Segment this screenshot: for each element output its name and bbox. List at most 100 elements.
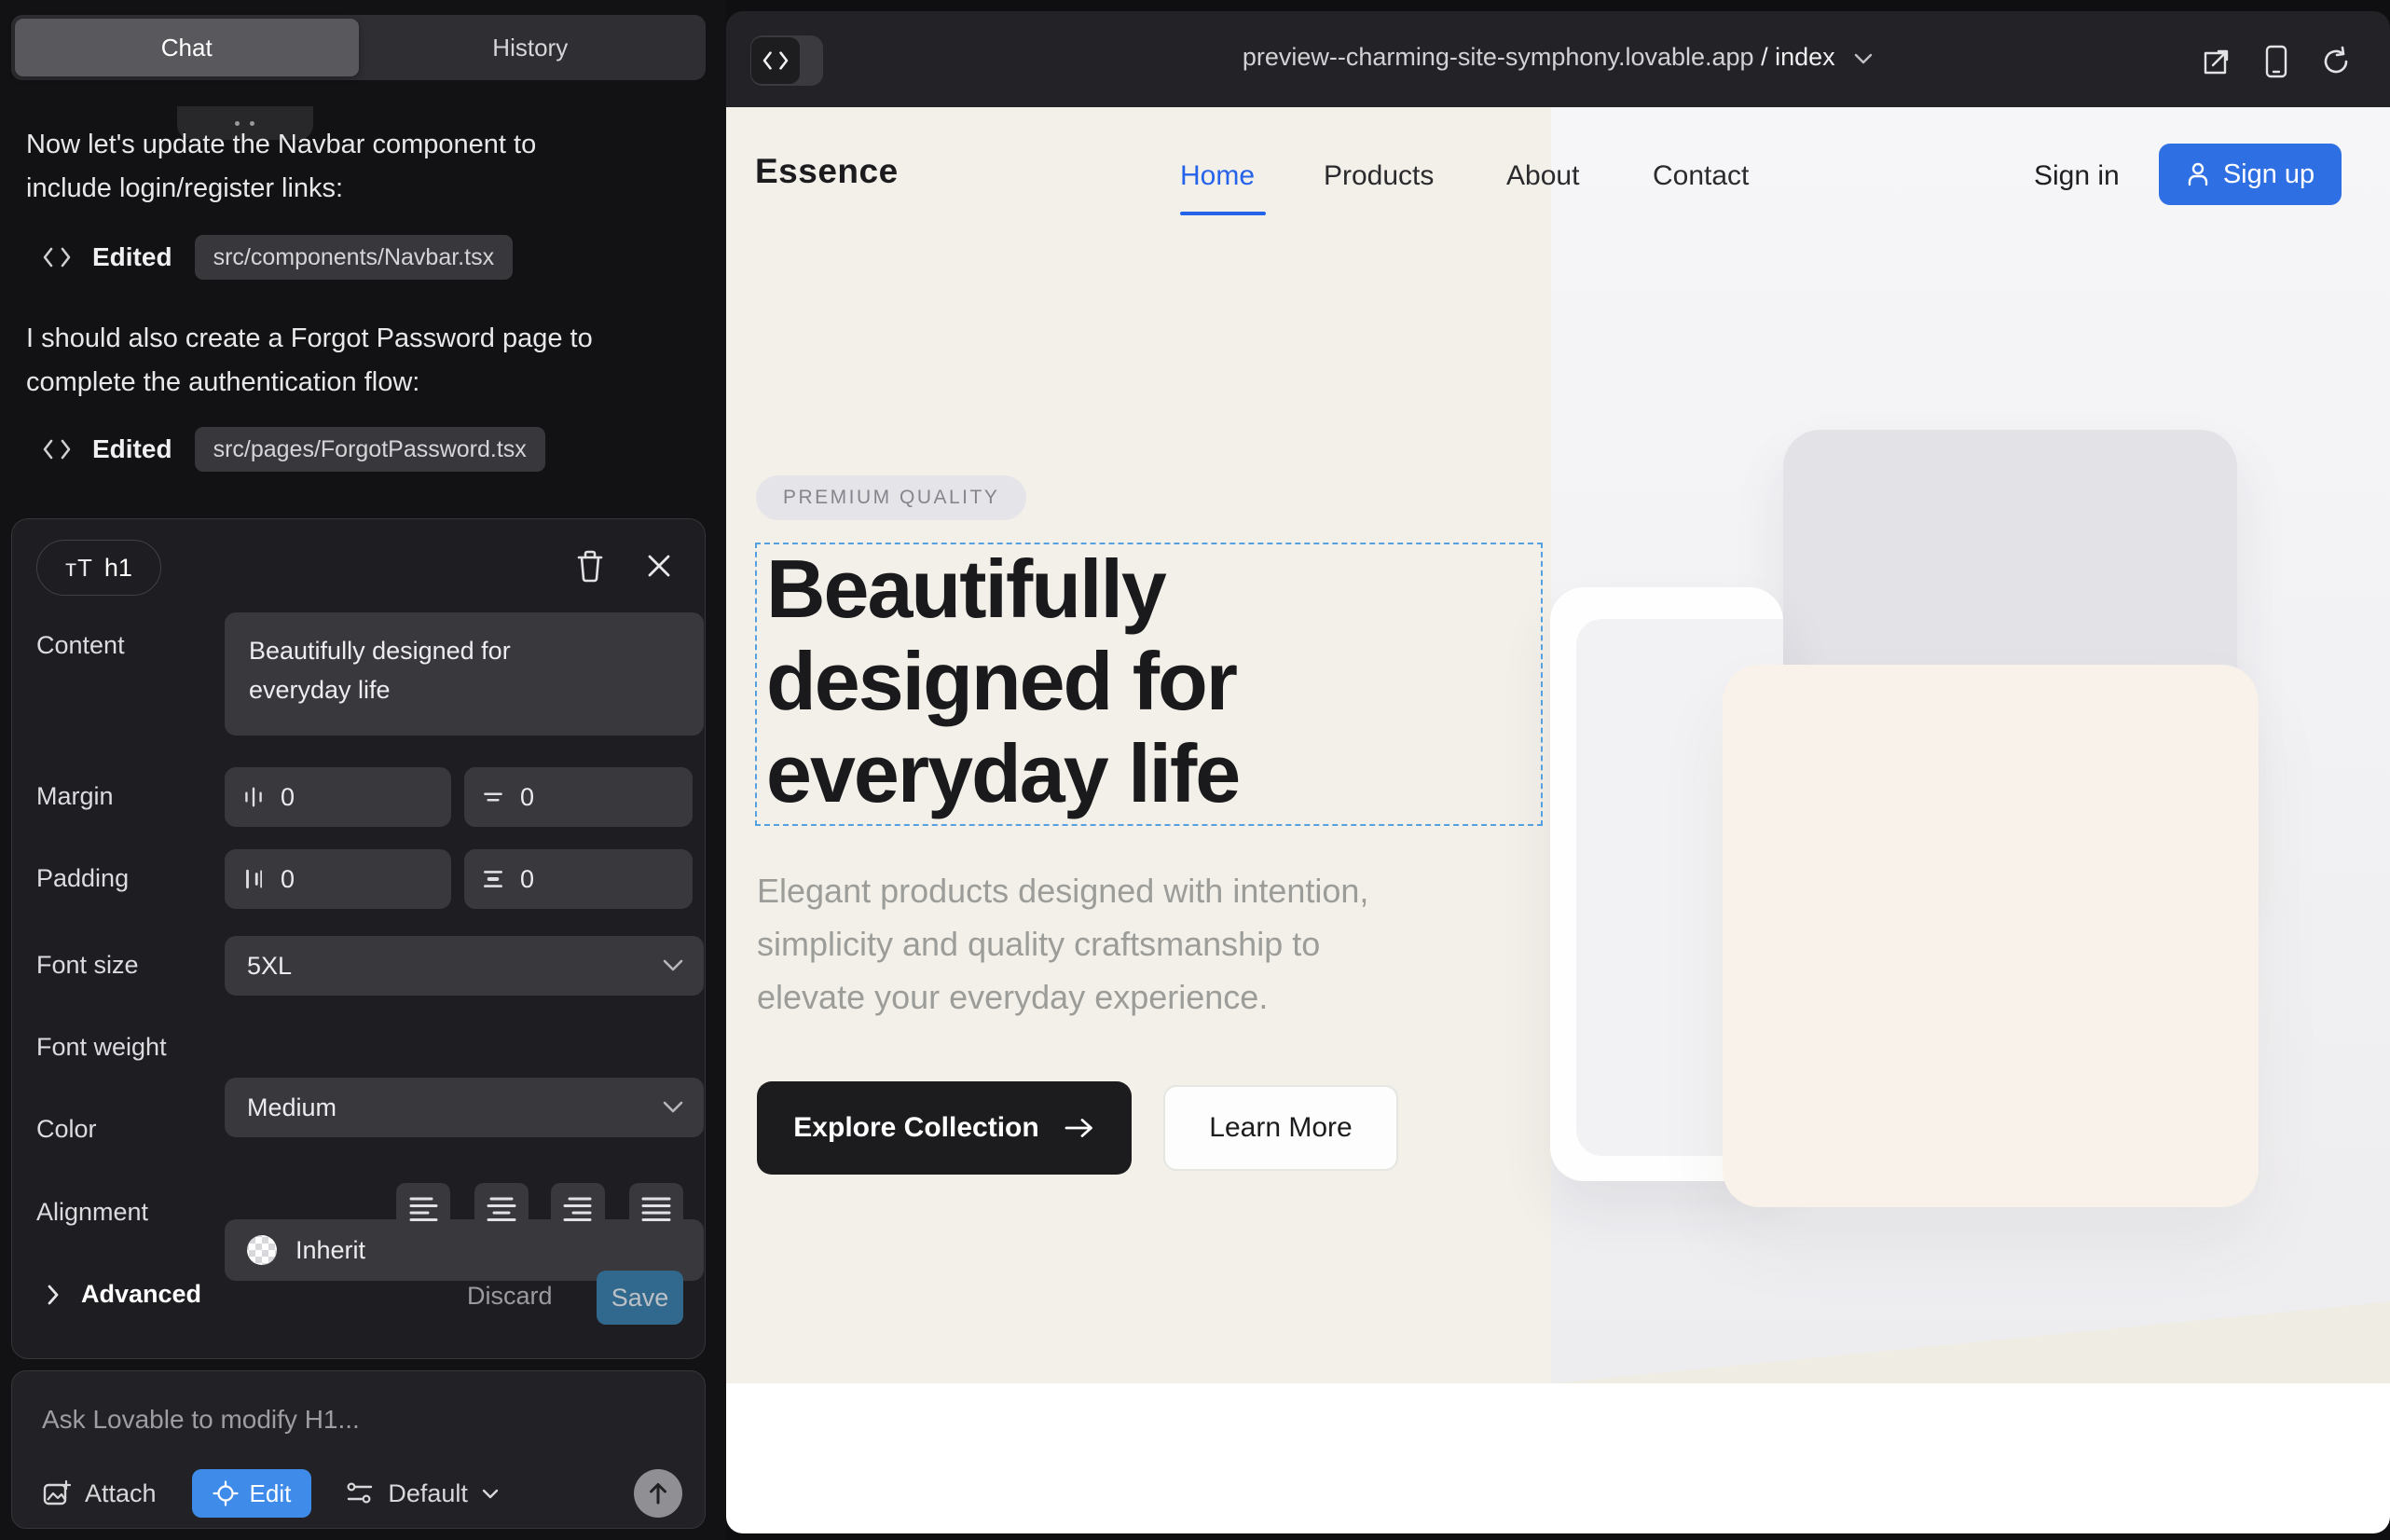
nav-active-underline xyxy=(1180,212,1266,215)
paragraph-line: elevate your everyday experience. xyxy=(757,970,1368,1024)
font-size-select[interactable]: 5XL xyxy=(225,936,704,996)
url-page: index xyxy=(1775,43,1835,71)
font-weight-select[interactable]: Medium xyxy=(225,1078,704,1137)
align-center-icon xyxy=(486,1195,517,1223)
align-center-button[interactable] xyxy=(474,1183,529,1235)
edited-file-chip[interactable]: src/pages/ForgotPassword.tsx xyxy=(195,427,545,472)
padding-label: Padding xyxy=(36,864,129,893)
nav-link-contact[interactable]: Contact xyxy=(1653,160,1749,192)
edited-file-row: Edited src/pages/ForgotPassword.tsx xyxy=(42,427,545,472)
composer-placeholder: Ask Lovable to modify H1... xyxy=(42,1405,360,1435)
padding-y-input[interactable]: 0 xyxy=(464,849,693,909)
delete-element-button[interactable] xyxy=(570,545,611,586)
trash-icon xyxy=(575,549,605,583)
margin-vertical-icon xyxy=(481,785,505,809)
hero-heading: Beautifully designed for everyday life xyxy=(766,543,1239,819)
mobile-device-icon xyxy=(2264,45,2288,78)
advanced-toggle[interactable]: Advanced xyxy=(46,1280,201,1309)
sign-in-link[interactable]: Sign in xyxy=(2034,160,2120,192)
color-label: Color xyxy=(36,1115,97,1144)
learn-more-button[interactable]: Learn More xyxy=(1163,1085,1398,1171)
attach-image-icon xyxy=(42,1478,72,1508)
assistant-message: I should also create a Forgot Password p… xyxy=(26,317,679,405)
tab-history[interactable]: History xyxy=(359,19,703,76)
edited-file-row: Edited src/components/Navbar.tsx xyxy=(42,235,513,280)
send-button[interactable] xyxy=(634,1469,682,1518)
site-logo[interactable]: Essence xyxy=(755,152,899,191)
nav-link-home[interactable]: Home xyxy=(1180,160,1255,192)
url-host: preview--charming-site-symphony.lovable.… xyxy=(1243,43,1754,71)
align-justify-icon xyxy=(640,1195,672,1223)
paragraph-line: Elegant products designed with intention… xyxy=(757,864,1368,917)
margin-horizontal-icon xyxy=(241,785,266,809)
default-mode-selector[interactable]: Default xyxy=(345,1479,500,1508)
attach-label: Attach xyxy=(85,1479,157,1508)
edited-file-chip[interactable]: src/components/Navbar.tsx xyxy=(195,235,514,280)
message-line: include login/register links: xyxy=(26,167,679,211)
type-icon: тT xyxy=(65,554,93,583)
content-line: Beautifully designed for xyxy=(249,631,680,670)
close-panel-button[interactable] xyxy=(639,545,680,586)
alignment-label: Alignment xyxy=(36,1198,148,1227)
external-link-icon xyxy=(2201,46,2232,77)
edit-mode-button[interactable]: Edit xyxy=(192,1469,312,1518)
align-justify-button[interactable] xyxy=(629,1183,683,1235)
margin-y-input[interactable]: 0 xyxy=(464,767,693,827)
align-right-button[interactable] xyxy=(551,1183,605,1235)
hero-cream-shape xyxy=(1723,665,2259,1207)
padding-x-value: 0 xyxy=(281,865,295,894)
margin-y-value: 0 xyxy=(520,783,534,812)
sign-up-button[interactable]: Sign up xyxy=(2159,144,2342,205)
element-type-pill[interactable]: тT h1 xyxy=(36,540,161,596)
selected-h1-element[interactable]: Beautifully designed for everyday life xyxy=(755,543,1543,826)
code-icon xyxy=(42,245,72,269)
chat-composer[interactable]: Ask Lovable to modify H1... Attach Edit xyxy=(11,1370,706,1529)
url-separator: / xyxy=(1754,43,1776,71)
nav-link-products[interactable]: Products xyxy=(1324,160,1434,192)
refresh-button[interactable] xyxy=(2319,45,2353,78)
align-right-icon xyxy=(562,1195,594,1223)
font-size-value: 5XL xyxy=(247,952,292,981)
padding-horizontal-icon xyxy=(241,867,266,891)
user-icon xyxy=(2186,161,2210,187)
margin-x-input[interactable]: 0 xyxy=(225,767,451,827)
nav-link-about[interactable]: About xyxy=(1506,160,1579,192)
message-line: I should also create a Forgot Password p… xyxy=(26,317,679,361)
padding-vertical-icon xyxy=(481,867,505,891)
align-left-button[interactable] xyxy=(396,1183,450,1235)
attach-button[interactable]: Attach xyxy=(42,1478,157,1508)
color-swatch xyxy=(247,1235,277,1265)
mobile-view-button[interactable] xyxy=(2260,45,2293,78)
heading-line: Beautifully xyxy=(766,543,1239,635)
tab-chat[interactable]: Chat xyxy=(15,19,359,76)
element-tag: h1 xyxy=(104,554,132,583)
chat-history-tabbar: Chat History xyxy=(11,15,706,80)
content-input[interactable]: Beautifully designed for everyday life xyxy=(225,612,704,736)
font-weight-value: Medium xyxy=(247,1093,337,1122)
message-line: complete the authentication flow: xyxy=(26,361,679,405)
explore-collection-button[interactable]: Explore Collection xyxy=(757,1081,1132,1175)
sign-up-label: Sign up xyxy=(2223,159,2314,190)
color-value: Inherit xyxy=(295,1236,365,1265)
save-button[interactable]: Save xyxy=(597,1271,683,1325)
heading-line: designed for xyxy=(766,635,1239,727)
chat-sidebar: Chat History Now let's update the Navbar… xyxy=(0,0,726,1540)
refresh-icon xyxy=(2320,46,2352,77)
font-weight-label: Font weight xyxy=(36,1033,167,1062)
browser-actions xyxy=(2200,45,2353,78)
default-label: Default xyxy=(388,1479,468,1508)
padding-x-input[interactable]: 0 xyxy=(225,849,451,909)
arrow-right-icon xyxy=(1064,1117,1095,1139)
font-size-label: Font size xyxy=(36,951,139,980)
discard-button[interactable]: Discard xyxy=(467,1282,553,1311)
site-viewport: Essence Home Products About Contact Sign… xyxy=(726,107,2390,1533)
edit-label: Edit xyxy=(250,1479,292,1508)
open-in-new-tab-button[interactable] xyxy=(2200,45,2233,78)
paragraph-line: simplicity and quality craftsmanship to xyxy=(757,917,1368,970)
chevron-down-icon xyxy=(661,958,685,973)
composer-toolbar: Attach Edit Default xyxy=(42,1468,682,1519)
url-bar[interactable]: preview--charming-site-symphony.lovable.… xyxy=(726,43,2390,72)
chevron-down-icon xyxy=(1853,52,1874,65)
margin-x-value: 0 xyxy=(281,783,295,812)
edited-label: Edited xyxy=(92,434,172,464)
